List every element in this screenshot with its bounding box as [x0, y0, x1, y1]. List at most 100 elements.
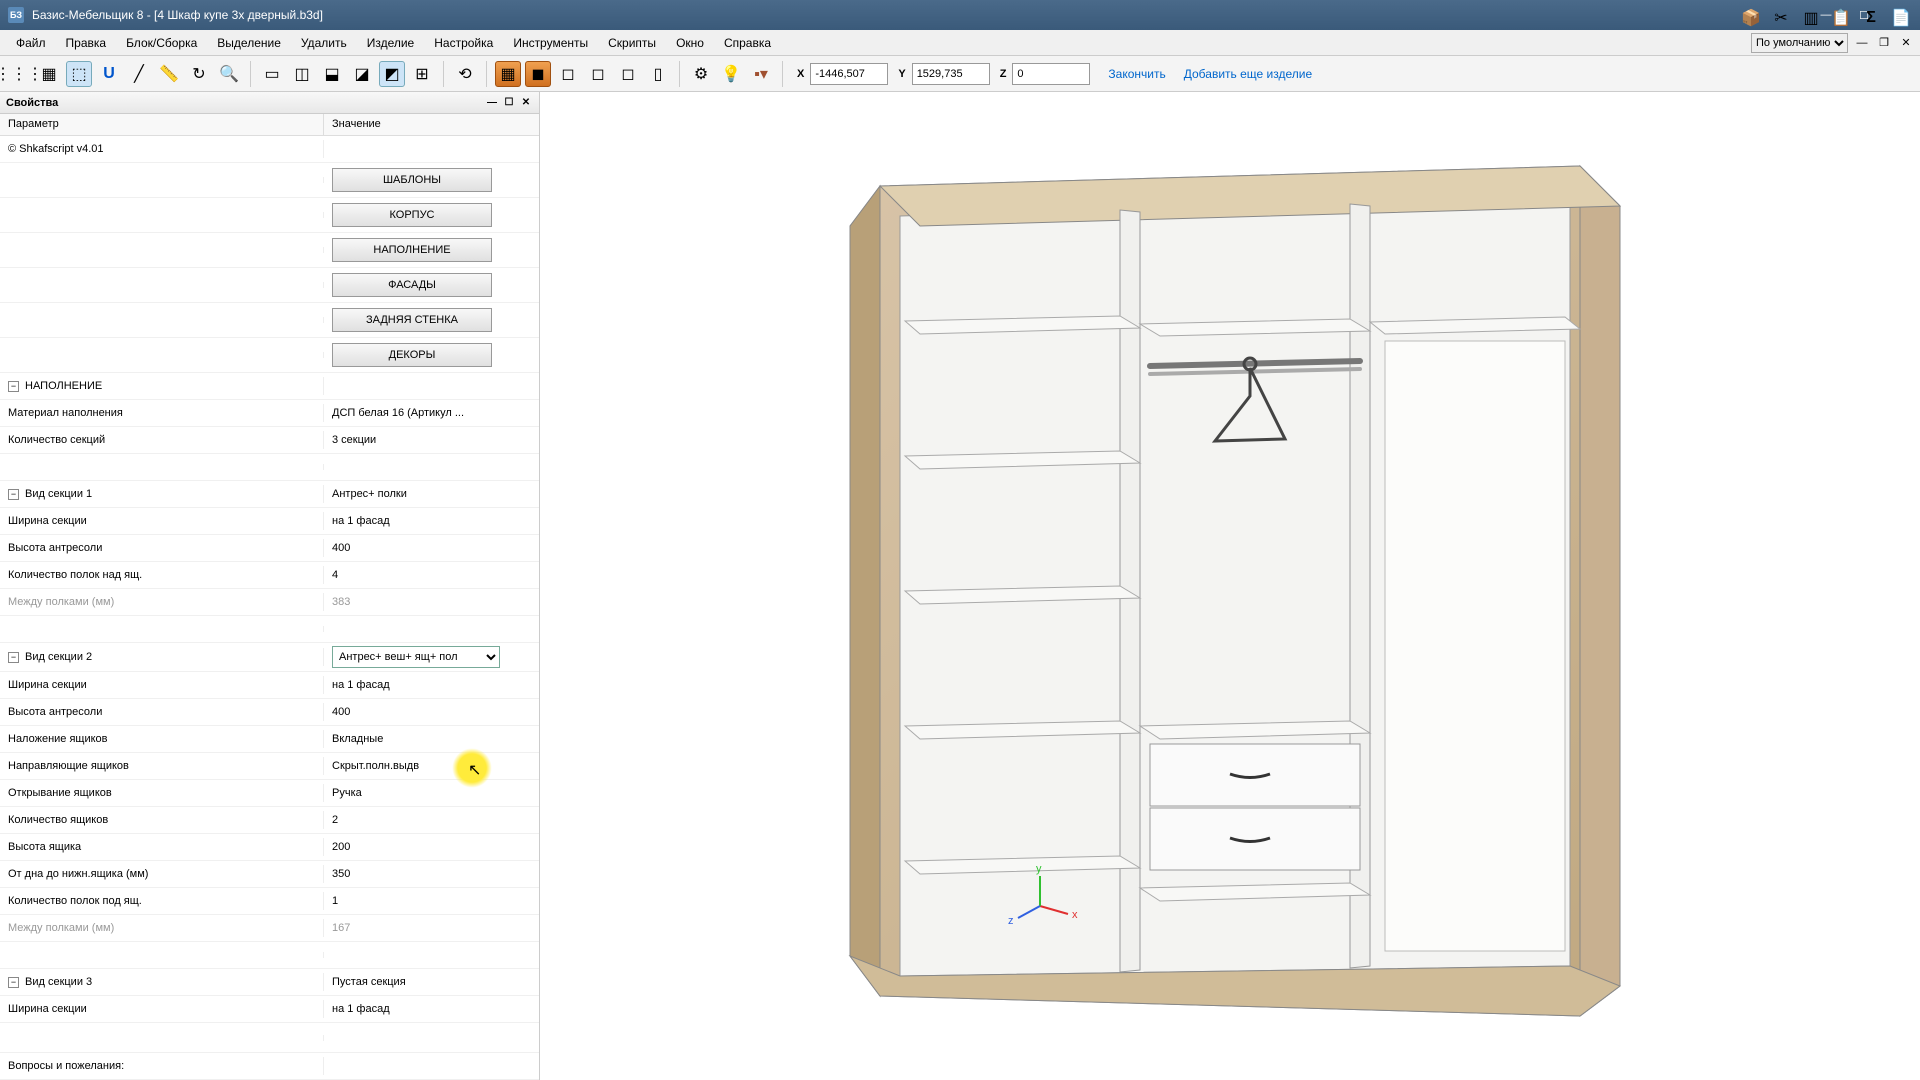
view-top-icon[interactable]: ⬓	[319, 61, 345, 87]
mdi-close-icon[interactable]: ✕	[1898, 35, 1914, 51]
x-label: X	[797, 68, 804, 80]
cut-icon[interactable]: ✂	[1768, 5, 1794, 31]
menu-settings[interactable]: Настройка	[424, 32, 503, 54]
menu-product[interactable]: Изделие	[357, 32, 425, 54]
fill-material-label: Материал наполнения	[0, 404, 324, 422]
menu-help[interactable]: Справка	[714, 32, 781, 54]
sec3-width-value[interactable]: на 1 фасад	[324, 1000, 539, 1018]
z-input[interactable]	[1012, 63, 1090, 85]
menu-delete[interactable]: Удалить	[291, 32, 357, 54]
backwall-button[interactable]: ЗАДНЯЯ СТЕНКА	[332, 308, 492, 332]
rotate-icon[interactable]: ⟲	[452, 61, 478, 87]
panel-min-icon[interactable]: —	[485, 96, 499, 110]
sec1-width-label: Ширина секции	[0, 512, 324, 530]
sec2-type-select[interactable]: Антрес+ веш+ ящ+ пол	[332, 646, 500, 668]
sec2-guides-label: Направляющие ящиков	[0, 757, 324, 775]
sec3-width-label: Ширина секции	[0, 1000, 324, 1018]
sec2-gap-value: 167	[324, 919, 539, 937]
menu-tools[interactable]: Инструменты	[503, 32, 598, 54]
expander-icon[interactable]: −	[8, 652, 19, 663]
sec2-drawers-label: Количество ящиков	[0, 811, 324, 829]
report-icon[interactable]: 📋	[1828, 5, 1854, 31]
door-icon[interactable]: ▥	[1798, 5, 1824, 31]
add-more-link[interactable]: Добавить еще изделие	[1184, 67, 1312, 81]
sec2-guides-value[interactable]: Скрыт.полн.выдв	[324, 757, 539, 775]
sec2-gap-label: Между полками (мм)	[0, 919, 324, 937]
fill-material-value[interactable]: ДСП белая 16 (Артикул ...	[324, 404, 539, 422]
sec1-value[interactable]: Антрес+ полки	[324, 485, 539, 503]
expander-icon[interactable]: −	[8, 381, 19, 392]
doc-icon[interactable]: 📄	[1888, 5, 1914, 31]
panel-title: Свойства	[6, 97, 58, 109]
mdi-minimize-icon[interactable]: —	[1854, 35, 1870, 51]
sec2-bottom-label: От дна до нижн.ящика (мм)	[0, 865, 324, 883]
svg-text:z: z	[1008, 915, 1014, 927]
menu-block[interactable]: Блок/Сборка	[116, 32, 207, 54]
view-persp-icon[interactable]: ◩	[379, 61, 405, 87]
viewport-3d[interactable]: x y z	[540, 92, 1920, 1080]
sec2-drawers-value[interactable]: 2	[324, 811, 539, 829]
view-side-icon[interactable]: ◫	[289, 61, 315, 87]
sec1-width-value[interactable]: на 1 фасад	[324, 512, 539, 530]
sec2-under-label: Количество полок под ящ.	[0, 892, 324, 910]
sec1-antres-value[interactable]: 400	[324, 539, 539, 557]
expander-icon[interactable]: −	[8, 489, 19, 500]
sec1-gap-value: 383	[324, 593, 539, 611]
menu-edit[interactable]: Правка	[56, 32, 117, 54]
y-input[interactable]	[912, 63, 990, 85]
magnet-icon[interactable]: U	[96, 61, 122, 87]
sec2-width-value[interactable]: на 1 фасад	[324, 676, 539, 694]
x-input[interactable]	[810, 63, 888, 85]
view-front-icon[interactable]: ▭	[259, 61, 285, 87]
ruler-icon[interactable]: 📏	[156, 61, 182, 87]
menu-file[interactable]: Файл	[6, 32, 56, 54]
mdi-restore-icon[interactable]: ❐	[1876, 35, 1892, 51]
finish-link[interactable]: Закончить	[1108, 67, 1165, 81]
decors-button[interactable]: ДЕКОРЫ	[332, 343, 492, 367]
fronts-button[interactable]: ФАСАДЫ	[332, 273, 492, 297]
panel-close-icon[interactable]: ✕	[519, 96, 533, 110]
sec2-under-value[interactable]: 1	[324, 892, 539, 910]
menu-selection[interactable]: Выделение	[207, 32, 291, 54]
line-icon[interactable]: ╱	[126, 61, 152, 87]
sec2-overlay-value[interactable]: Вкладные	[324, 730, 539, 748]
grid-icon[interactable]: ▦	[36, 61, 62, 87]
cube3-icon[interactable]: ◻	[615, 61, 641, 87]
gear-icon[interactable]: ⚙	[688, 61, 714, 87]
menu-window[interactable]: Окно	[666, 32, 714, 54]
body-button[interactable]: КОРПУС	[332, 203, 492, 227]
filling-button[interactable]: НАПОЛНЕНИЕ	[332, 238, 492, 262]
properties-grid[interactable]: © Shkafscript v4.01 ШАБЛОНЫ КОРПУС НАПОЛ…	[0, 136, 539, 1080]
export-icon[interactable]: 📦	[1738, 5, 1764, 31]
sec2-bottom-value[interactable]: 350	[324, 865, 539, 883]
sections-count-value[interactable]: 3 секции	[324, 431, 539, 449]
material-icon[interactable]: ▪▾	[748, 61, 774, 87]
sec2-dheight-value[interactable]: 200	[324, 838, 539, 856]
cube2-icon[interactable]: ◻	[585, 61, 611, 87]
sec2-open-value[interactable]: Ручка	[324, 784, 539, 802]
snap-icon[interactable]: ⬚	[66, 61, 92, 87]
toolbar: ⋮⋮⋮ ▦ ⬚ U ╱ 📏 ↻ 🔍 ▭ ◫ ⬓ ◪ ◩ ⊞ ⟲ ▦ ◼ ◻ ◻ …	[0, 56, 1920, 92]
zoom-icon[interactable]: 🔍	[216, 61, 242, 87]
z-label: Z	[1000, 68, 1007, 80]
sec2-antres-value[interactable]: 400	[324, 703, 539, 721]
titlebar: БЗ Базис-Мебельщик 8 - [4 Шкаф купе 3х д…	[0, 0, 1920, 30]
footer-text: Вопросы и пожелания:	[0, 1057, 324, 1075]
sec3-value[interactable]: Пустая секция	[324, 973, 539, 991]
templates-button[interactable]: ШАБЛОНЫ	[332, 168, 492, 192]
cube1-icon[interactable]: ◻	[555, 61, 581, 87]
sum-icon[interactable]: Σ	[1858, 5, 1884, 31]
expander-icon[interactable]: −	[8, 977, 19, 988]
grid-dots-icon[interactable]: ⋮⋮⋮	[6, 61, 32, 87]
bulb-icon[interactable]: 💡	[718, 61, 744, 87]
solid-box-icon[interactable]: ◼	[525, 61, 551, 87]
menu-scripts[interactable]: Скрипты	[598, 32, 666, 54]
sec1-shelves-value[interactable]: 4	[324, 566, 539, 584]
view-multi-icon[interactable]: ⊞	[409, 61, 435, 87]
sections-count-label: Количество секций	[0, 431, 324, 449]
view-iso-icon[interactable]: ◪	[349, 61, 375, 87]
box-icon[interactable]: ▦	[495, 61, 521, 87]
panel-icon[interactable]: ▯	[645, 61, 671, 87]
panel-max-icon[interactable]: ☐	[502, 96, 516, 110]
refresh-icon[interactable]: ↻	[186, 61, 212, 87]
